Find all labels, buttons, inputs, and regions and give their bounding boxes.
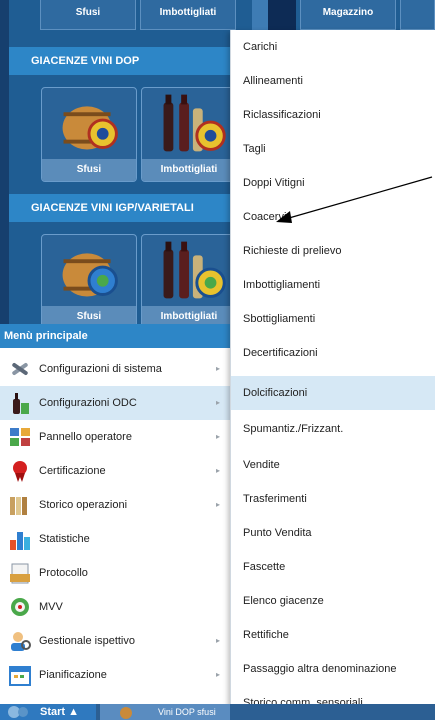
menu-item-pianificazione[interactable]: Pianificazione ▸	[0, 658, 230, 692]
menu-item-label: Protocollo	[39, 567, 88, 579]
menu-item-label: Gestionale ispettivo	[39, 635, 135, 647]
top-tile-sfusi-label: Sfusi	[75, 7, 101, 18]
wine-bottle-icon	[13, 393, 29, 414]
tile-dop-imbottigliati[interactable]: Imbottigliati	[141, 87, 237, 182]
emblem-icon	[11, 598, 29, 616]
submenu-item-decertificazioni[interactable]: Decertificazioni	[231, 336, 435, 370]
barrel-icon	[62, 253, 118, 297]
menu-item-mvv[interactable]: MVV	[0, 590, 230, 624]
submenu-configurazioni-odc: Carichi Allineamenti Riclassificazioni T…	[230, 30, 435, 720]
submenu-arrow-icon: ▸	[216, 636, 221, 645]
bottles-icon	[163, 94, 226, 152]
section-title-igp: GIACENZE VINI IGP/VARIETALI	[31, 202, 194, 214]
menu-item-statistiche[interactable]: Statistiche	[0, 522, 230, 556]
books-icon	[10, 497, 27, 515]
menu-item-protocollo[interactable]: Protocollo	[0, 556, 230, 590]
start-button-label: Start ▲	[40, 706, 80, 718]
menu-item-label: Certificazione	[39, 465, 106, 477]
top-tile-partial	[400, 0, 435, 30]
submenu-item-imbottigliamenti[interactable]: Imbottigliamenti	[231, 268, 435, 302]
submenu-item-punto-vendita[interactable]: Punto Vendita	[231, 516, 435, 550]
tile-igp-imbottigliati[interactable]: Imbottigliati	[141, 234, 237, 329]
tile-igp-sfusi[interactable]: Sfusi	[41, 234, 137, 329]
submenu-item-fascette[interactable]: Fascette	[231, 550, 435, 584]
menu-item-label: Configurazioni di sistema	[39, 363, 162, 375]
submenu-item-vendite[interactable]: Vendite	[231, 448, 435, 482]
top-tile-sfusi[interactable]: Sfusi	[40, 0, 136, 30]
tile-dop-sfusi[interactable]: Sfusi	[41, 87, 137, 182]
document-icon	[10, 563, 30, 584]
start-menu: Menù principale Configurazioni di sistem…	[0, 324, 230, 704]
top-tile-magazzino[interactable]: Magazzino	[300, 0, 396, 30]
submenu-item-passaggio-altra-denominazione[interactable]: Passaggio altra denominazione	[231, 652, 435, 686]
submenu-arrow-icon: ▸	[216, 670, 221, 679]
tile-dop-sfusi-label: Sfusi	[42, 159, 136, 181]
top-tile-strip	[252, 0, 268, 30]
start-logo-icon	[8, 706, 28, 718]
menu-item-certificazione[interactable]: Certificazione ▸	[0, 454, 230, 488]
start-button[interactable]: Start ▲	[0, 704, 96, 720]
submenu-item-dolcificazioni[interactable]: Dolcificazioni	[231, 376, 435, 410]
submenu-item-carichi[interactable]: Carichi	[231, 30, 435, 64]
submenu-item-riclassificazioni[interactable]: Riclassificazioni	[231, 98, 435, 132]
menu-item-label: Storico operazioni	[39, 499, 128, 511]
top-tile-magazzino-label: Magazzino	[322, 7, 374, 18]
submenu-arrow-icon: ▸	[216, 466, 221, 475]
submenu-arrow-icon: ▸	[216, 432, 221, 441]
submenu-item-elenco-giacenze[interactable]: Elenco giacenze	[231, 584, 435, 618]
tile-dop-imbottigliati-label: Imbottigliati	[142, 159, 236, 181]
taskbar: Start ▲ Vini DOP sfusi	[0, 704, 435, 720]
submenu-item-doppi-vitigni[interactable]: Doppi Vitigni	[231, 166, 435, 200]
start-menu-title: Menù principale	[0, 324, 230, 348]
submenu-item-coacervi[interactable]: Coacervi	[231, 200, 435, 234]
barrel-icon	[120, 707, 132, 719]
menu-item-label: Pianificazione	[39, 669, 107, 681]
submenu-arrow-icon: ▸	[216, 364, 221, 373]
taskbar-item-label: Vini DOP sfusi	[158, 707, 216, 717]
submenu-item-richieste-prelievo[interactable]: Richieste di prelievo	[231, 234, 435, 268]
menu-item-storico-operazioni[interactable]: Storico operazioni ▸	[0, 488, 230, 522]
submenu-item-rettifiche[interactable]: Rettifiche	[231, 618, 435, 652]
menu-item-label: MVV	[39, 601, 63, 613]
submenu-arrow-icon: ▸	[216, 500, 221, 509]
wrench-tools-icon	[12, 362, 28, 376]
top-tile-imbottigliati-label: Imbottigliati	[159, 7, 217, 18]
menu-item-pannello-operatore[interactable]: Pannello operatore ▸	[0, 420, 230, 454]
menu-item-configurazioni-sistema[interactable]: Configurazioni di sistema ▸	[0, 352, 230, 386]
submenu-item-sbottigliamenti[interactable]: Sbottigliamenti	[231, 302, 435, 336]
section-title-dop: GIACENZE VINI DOP	[31, 55, 140, 67]
top-tile-dark	[268, 0, 296, 30]
panel-grid-icon	[10, 428, 30, 446]
certificate-ribbon-icon	[13, 461, 27, 482]
menu-item-label: Pannello operatore	[39, 431, 132, 443]
barrel-icon	[62, 106, 118, 150]
taskbar-item-vini-dop-sfusi[interactable]: Vini DOP sfusi	[100, 704, 230, 720]
inspector-icon	[11, 632, 31, 651]
menu-item-gestionale-ispettivo[interactable]: Gestionale ispettivo ▸	[0, 624, 230, 658]
submenu-item-trasferimenti[interactable]: Trasferimenti	[231, 482, 435, 516]
menu-item-label: Statistiche	[39, 533, 90, 545]
top-tile-imbottigliati[interactable]: Imbottigliati	[140, 0, 236, 30]
menu-item-label: Configurazioni ODC	[39, 397, 137, 409]
submenu-arrow-icon: ▸	[216, 398, 221, 407]
submenu-item-allineamenti[interactable]: Allineamenti	[231, 64, 435, 98]
desktop-edge	[0, 0, 9, 330]
menu-item-configurazioni-odc[interactable]: Configurazioni ODC ▸	[0, 386, 230, 420]
submenu-item-spumantizzazioni[interactable]: Spumantiz./Frizzant.	[231, 412, 435, 446]
bottles-icon	[163, 241, 226, 299]
bar-chart-icon	[10, 532, 30, 550]
calendar-icon	[9, 666, 31, 686]
submenu-item-tagli[interactable]: Tagli	[231, 132, 435, 166]
